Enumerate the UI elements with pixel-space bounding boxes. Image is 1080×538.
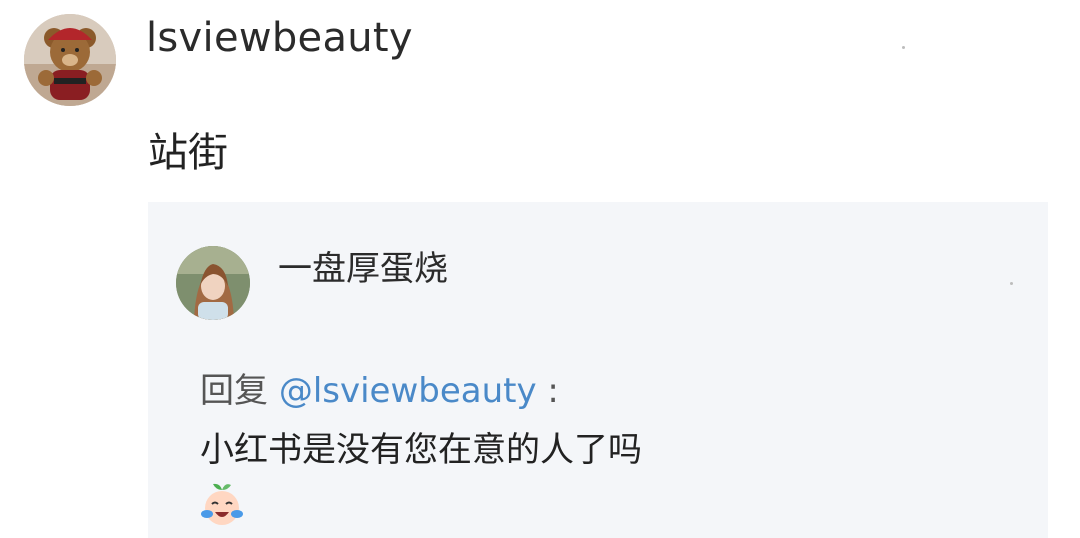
reply-colon: :	[547, 371, 559, 411]
comment-thread: lsviewbeauty 站街 一盘厚蛋烧 回复 @lsviewbeauty :…	[0, 0, 1080, 538]
more-options-icon[interactable]	[902, 46, 905, 49]
reply-more-options-icon[interactable]	[1010, 282, 1013, 285]
teddy-bear-avatar-icon[interactable]	[24, 14, 116, 106]
reply-username[interactable]: 一盘厚蛋烧	[278, 244, 448, 294]
comment-username[interactable]: lsviewbeauty	[146, 12, 413, 64]
quoted-reply-card[interactable]: 一盘厚蛋烧 回复 @lsviewbeauty : 小红书是没有您在意的人了吗	[148, 202, 1048, 538]
reply-prefix: 回复	[200, 371, 268, 411]
reply-body-text: 小红书是没有您在意的人了吗	[200, 430, 642, 470]
comment-text: 站街	[148, 130, 228, 176]
crying-sprout-emoji-icon	[198, 480, 246, 528]
user-photo-avatar-icon[interactable]	[176, 246, 250, 320]
mention-link[interactable]: @lsviewbeauty	[279, 371, 537, 411]
reply-header: 回复 @lsviewbeauty :	[200, 366, 559, 416]
